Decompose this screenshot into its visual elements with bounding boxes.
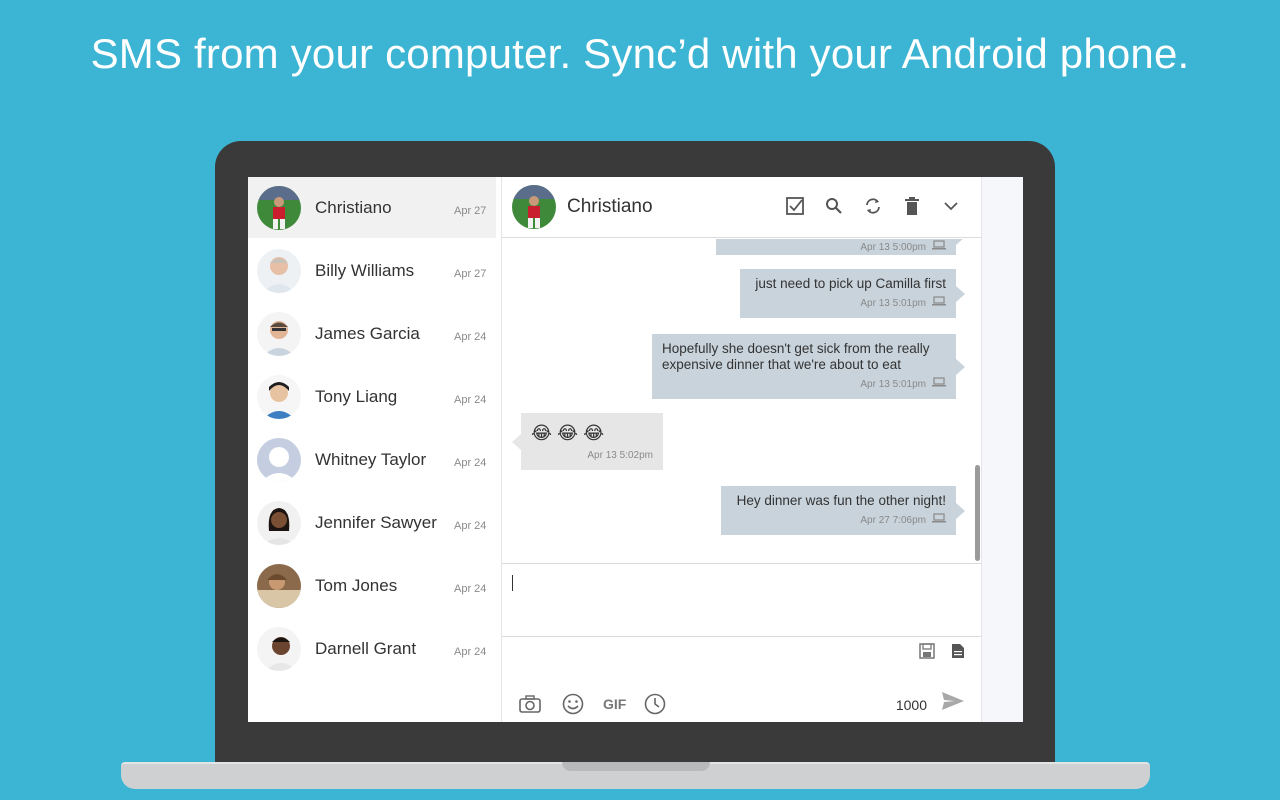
avatar <box>257 437 301 482</box>
message-bubble-incoming: 😂 😂 😂 Apr 13 5:02pm <box>512 413 663 470</box>
contact-name: Darnell Grant <box>315 638 417 658</box>
contact-date: Apr 24 <box>454 330 487 343</box>
contact-name: Tony Liang <box>315 386 398 406</box>
schedule-clock-icon[interactable] <box>643 692 667 716</box>
text-caret <box>512 575 513 591</box>
right-gutter <box>981 177 1023 722</box>
chat-pane: Christiano Apr 13 5:00pm just need to pi… <box>502 177 981 722</box>
message-text: just need to pick up Camilla first <box>755 276 946 291</box>
emoji-icon[interactable] <box>561 692 585 716</box>
contact-name: Tom Jones <box>315 575 398 595</box>
search-icon[interactable] <box>822 194 846 218</box>
message-time: Apr 13 5:01pm <box>860 379 926 390</box>
laptop-icon <box>932 377 946 393</box>
save-icon[interactable] <box>919 643 935 664</box>
avatar <box>512 185 556 229</box>
compose-toolbar: GIF 1000 <box>502 687 981 721</box>
contact-date: Apr 24 <box>454 645 487 658</box>
conversation-item-darnell-grant[interactable]: Darnell Grant Apr 24 <box>248 618 496 679</box>
chat-toolbar <box>783 194 963 218</box>
message-time: Apr 13 5:00pm <box>860 242 926 253</box>
message-time: Apr 27 7:06pm <box>860 515 926 526</box>
contact-name: Jennifer Sawyer <box>315 512 437 532</box>
conversation-item-james-garcia[interactable]: James Garcia Apr 24 <box>248 303 496 364</box>
message-scrollbar[interactable] <box>975 465 980 561</box>
character-count: 1000 <box>895 697 927 713</box>
contact-date: Apr 24 <box>454 519 487 532</box>
conversation-item-tom-jones[interactable]: Tom Jones Apr 24 <box>248 555 496 616</box>
chat-title: Christiano <box>567 196 653 217</box>
conversation-list: Christiano Apr 27 Billy Williams Apr 27 … <box>248 177 502 722</box>
avatar <box>257 185 301 230</box>
laptop-icon <box>932 240 946 256</box>
message-bubble-outgoing: Hey dinner was fun the other night! Apr … <box>721 486 965 535</box>
conversation-item-jennifer-sawyer[interactable]: Jennifer Sawyer Apr 24 <box>248 492 496 553</box>
message-text: Hopefully she doesn't get sick from the … <box>662 341 930 372</box>
trash-icon[interactable] <box>900 194 924 218</box>
avatar <box>257 626 301 671</box>
template-actions <box>919 643 965 664</box>
send-icon[interactable] <box>941 691 965 716</box>
conversation-item-tony-liang[interactable]: Tony Liang Apr 24 <box>248 366 496 427</box>
conversation-item-billy-williams[interactable]: Billy Williams Apr 27 <box>248 240 496 301</box>
app-screen: Christiano Apr 27 Billy Williams Apr 27 … <box>248 177 1023 722</box>
message-text: 😂 😂 😂 <box>531 423 605 443</box>
refresh-icon[interactable] <box>861 194 885 218</box>
message-time: Apr 13 5:01pm <box>860 298 926 309</box>
contact-name: James Garcia <box>315 323 420 343</box>
conversation-item-whitney-taylor[interactable]: Whitney Taylor Apr 24 <box>248 429 496 490</box>
message-text: Hey dinner was fun the other night! <box>736 493 946 508</box>
message-bubble-outgoing: Apr 13 5:00pm <box>716 239 965 256</box>
contact-date: Apr 24 <box>454 582 487 595</box>
avatar <box>257 311 301 356</box>
contact-date: Apr 27 <box>454 267 487 280</box>
laptop-icon <box>932 513 946 529</box>
contact-name: Christiano <box>315 197 392 217</box>
chat-header: Christiano <box>502 177 981 238</box>
chevron-down-icon[interactable] <box>939 194 963 218</box>
contact-date: Apr 27 <box>454 204 487 217</box>
select-checkbox-icon[interactable] <box>783 194 807 218</box>
message-input[interactable] <box>502 563 981 637</box>
gif-button[interactable]: GIF <box>603 696 626 712</box>
message-list: Apr 13 5:00pm just need to pick up Camil… <box>502 239 981 563</box>
contact-name: Whitney Taylor <box>315 449 427 469</box>
avatar <box>257 248 301 293</box>
laptop-icon <box>932 296 946 312</box>
message-bubble-outgoing: Hopefully she doesn't get sick from the … <box>652 334 965 399</box>
contact-name: Billy Williams <box>315 260 415 280</box>
contact-date: Apr 24 <box>454 393 487 406</box>
document-icon[interactable] <box>951 643 965 664</box>
headline: SMS from your computer. Sync’d with your… <box>90 30 1190 77</box>
avatar <box>257 563 301 608</box>
conversation-item-christiano[interactable]: Christiano Apr 27 <box>248 177 496 238</box>
message-bubble-outgoing: just need to pick up Camilla first Apr 1… <box>740 269 965 318</box>
message-time: Apr 13 5:02pm <box>587 450 653 461</box>
laptop-notch <box>562 762 710 771</box>
avatar <box>257 500 301 545</box>
camera-icon[interactable] <box>518 692 542 716</box>
avatar <box>257 374 301 419</box>
contact-date: Apr 24 <box>454 456 487 469</box>
